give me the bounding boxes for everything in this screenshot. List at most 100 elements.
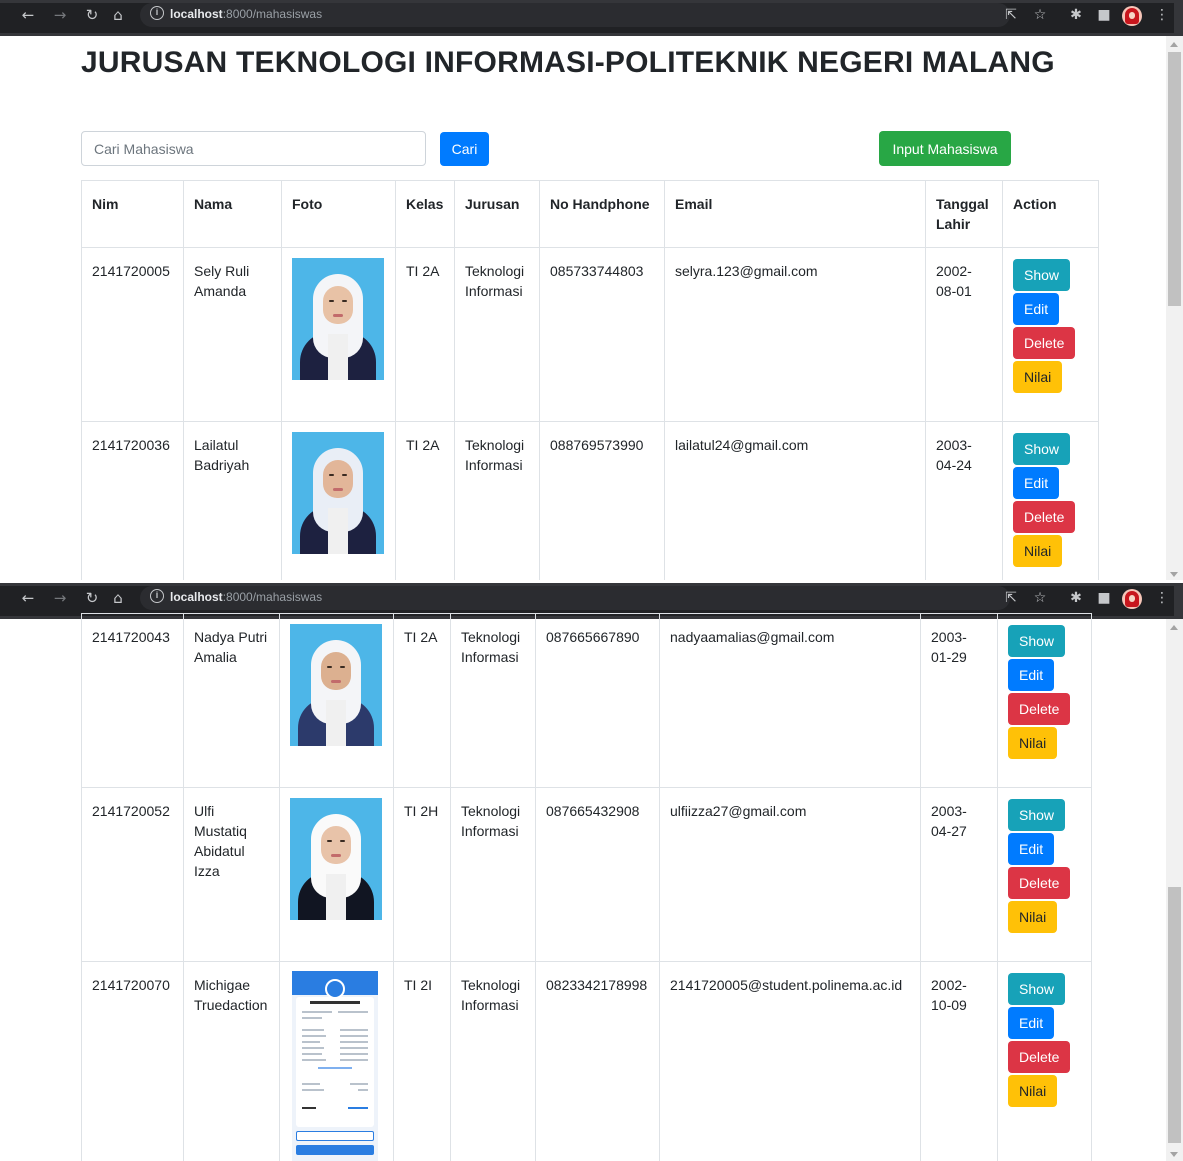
nilai-button[interactable]: Nilai	[1013, 535, 1063, 567]
delete-button[interactable]: Delete	[1013, 327, 1076, 359]
extensions-icon[interactable]: ✱	[1066, 588, 1086, 608]
cell-kelas: TI 2A	[395, 421, 455, 580]
scrollbar-thumb[interactable]	[1168, 887, 1181, 1143]
cell-email: ulfiizza27@gmail.com	[659, 787, 921, 962]
cell-foto	[281, 421, 396, 580]
nilai-button[interactable]: Nilai	[1008, 727, 1058, 759]
student-photo	[292, 432, 384, 554]
header-nama: Nama	[183, 180, 282, 248]
menu-kebab-icon[interactable]: ⋮	[1152, 588, 1172, 608]
cell-kelas: TI 2H	[393, 787, 451, 962]
show-button[interactable]: Show	[1013, 259, 1071, 291]
cell-action: Show Edit Delete Nilai	[997, 613, 1092, 788]
show-button[interactable]: Show	[1013, 433, 1071, 465]
cell-jurusan: Teknologi Informasi	[454, 421, 540, 580]
menu-kebab-icon[interactable]: ⋮	[1152, 5, 1172, 25]
cell-jurusan: Teknologi Informasi	[450, 787, 536, 962]
info-icon[interactable]: i	[150, 6, 164, 20]
profile-avatar[interactable]	[1122, 6, 1142, 26]
header-tanggal-lahir: Tanggal Lahir	[925, 180, 1003, 248]
cell-no-handphone: 085733744803	[539, 247, 665, 422]
cell-kelas: TI 2I	[393, 961, 451, 1161]
search-input[interactable]	[81, 131, 426, 166]
student-photo	[292, 258, 384, 380]
scroll-up-arrow-icon[interactable]	[1170, 42, 1178, 47]
browser-window-top: ← → ↻ ⌂ i localhost:8000/mahasiswas ⇱ ☆ …	[0, 0, 1183, 580]
browser-window-bottom: ← → ↻ ⌂ i localhost:8000/mahasiswas ⇱ ☆ …	[0, 583, 1183, 1161]
cell-tanggal-lahir: 2003-04-24	[925, 421, 1003, 580]
delete-button[interactable]: Delete	[1013, 501, 1076, 533]
cell-no-handphone: 087665667890	[535, 613, 660, 788]
mahasiswa-table-continued: 2141720043 Nadya Putri Amalia TI 2A Tekn…	[81, 613, 1092, 1161]
cell-action: Show Edit Delete Nilai	[1002, 247, 1099, 422]
cell-jurusan: Teknologi Informasi	[450, 961, 536, 1161]
cell-nama: Ulfi Mustatiq Abidatul Izza	[183, 787, 280, 962]
forward-icon[interactable]: →	[50, 5, 70, 25]
nilai-button[interactable]: Nilai	[1013, 361, 1063, 393]
cell-nim: 2141720005	[81, 247, 184, 422]
show-button[interactable]: Show	[1008, 799, 1066, 831]
cell-nim: 2141720036	[81, 421, 184, 580]
nilai-button[interactable]: Nilai	[1008, 901, 1058, 933]
back-icon[interactable]: ←	[18, 5, 38, 25]
scrollbar[interactable]	[1166, 36, 1183, 580]
cell-tanggal-lahir: 2003-01-29	[920, 613, 998, 788]
cell-foto	[279, 961, 394, 1161]
show-button[interactable]: Show	[1008, 625, 1066, 657]
home-icon[interactable]: ⌂	[108, 588, 128, 608]
scrollbar-thumb[interactable]	[1168, 52, 1181, 306]
delete-button[interactable]: Delete	[1008, 867, 1071, 899]
search-button[interactable]: Cari	[440, 132, 489, 166]
side-panel-icon[interactable]: ■	[1094, 5, 1114, 25]
scroll-up-arrow-icon[interactable]	[1170, 625, 1178, 630]
cell-foto	[279, 613, 394, 788]
reload-icon[interactable]: ↻	[82, 588, 102, 608]
scroll-down-arrow-icon[interactable]	[1170, 572, 1178, 577]
share-icon[interactable]: ⇱	[1001, 588, 1021, 608]
cell-foto	[279, 787, 394, 962]
input-mahasiswa-button[interactable]: Input Mahasiswa	[879, 131, 1011, 166]
edit-button[interactable]: Edit	[1008, 659, 1055, 691]
browser-toolbar: ← → ↻ ⌂ i localhost:8000/mahasiswas ⇱ ☆ …	[0, 0, 1183, 36]
info-icon[interactable]: i	[150, 589, 164, 603]
edit-button[interactable]: Edit	[1008, 1007, 1055, 1039]
cell-no-handphone: 087665432908	[535, 787, 660, 962]
edit-button[interactable]: Edit	[1013, 467, 1060, 499]
side-panel-icon[interactable]: ■	[1094, 588, 1114, 608]
header-jurusan: Jurusan	[454, 180, 540, 248]
cell-tanggal-lahir: 2002-10-09	[920, 961, 998, 1161]
cell-nama: Nadya Putri Amalia	[183, 613, 280, 788]
scrollbar[interactable]	[1166, 619, 1183, 1161]
share-icon[interactable]: ⇱	[1001, 5, 1021, 25]
bookmark-star-icon[interactable]: ☆	[1030, 588, 1050, 608]
student-photo	[290, 798, 382, 920]
cell-no-handphone: 088769573990	[539, 421, 665, 580]
cell-nama: Sely Ruli Amanda	[183, 247, 282, 422]
scroll-down-arrow-icon[interactable]	[1170, 1152, 1178, 1157]
profile-avatar[interactable]	[1122, 589, 1142, 609]
reload-icon[interactable]: ↻	[82, 5, 102, 25]
cell-jurusan: Teknologi Informasi	[450, 613, 536, 788]
cell-foto	[281, 247, 396, 422]
extensions-icon[interactable]: ✱	[1066, 5, 1086, 25]
edit-button[interactable]: Edit	[1013, 293, 1060, 325]
header-kelas: Kelas	[395, 180, 455, 248]
bookmark-star-icon[interactable]: ☆	[1030, 5, 1050, 25]
address-url[interactable]: localhost:8000/mahasiswas	[170, 7, 322, 21]
nilai-button[interactable]: Nilai	[1008, 1075, 1058, 1107]
cell-tanggal-lahir: 2003-04-27	[920, 787, 998, 962]
show-button[interactable]: Show	[1008, 973, 1066, 1005]
cell-action: Show Edit Delete Nilai	[997, 787, 1092, 962]
page-title: JURUSAN TEKNOLOGI INFORMASI-POLITEKNIK N…	[81, 46, 1055, 79]
delete-button[interactable]: Delete	[1008, 1041, 1071, 1073]
cell-kelas: TI 2A	[393, 613, 451, 788]
delete-button[interactable]: Delete	[1008, 693, 1071, 725]
cell-jurusan: Teknologi Informasi	[454, 247, 540, 422]
home-icon[interactable]: ⌂	[108, 5, 128, 25]
header-email: Email	[664, 180, 926, 248]
edit-button[interactable]: Edit	[1008, 833, 1055, 865]
back-icon[interactable]: ←	[18, 588, 38, 608]
address-url[interactable]: localhost:8000/mahasiswas	[170, 590, 322, 604]
forward-icon[interactable]: →	[50, 588, 70, 608]
cell-email: 2141720005@student.polinema.ac.id	[659, 961, 921, 1161]
